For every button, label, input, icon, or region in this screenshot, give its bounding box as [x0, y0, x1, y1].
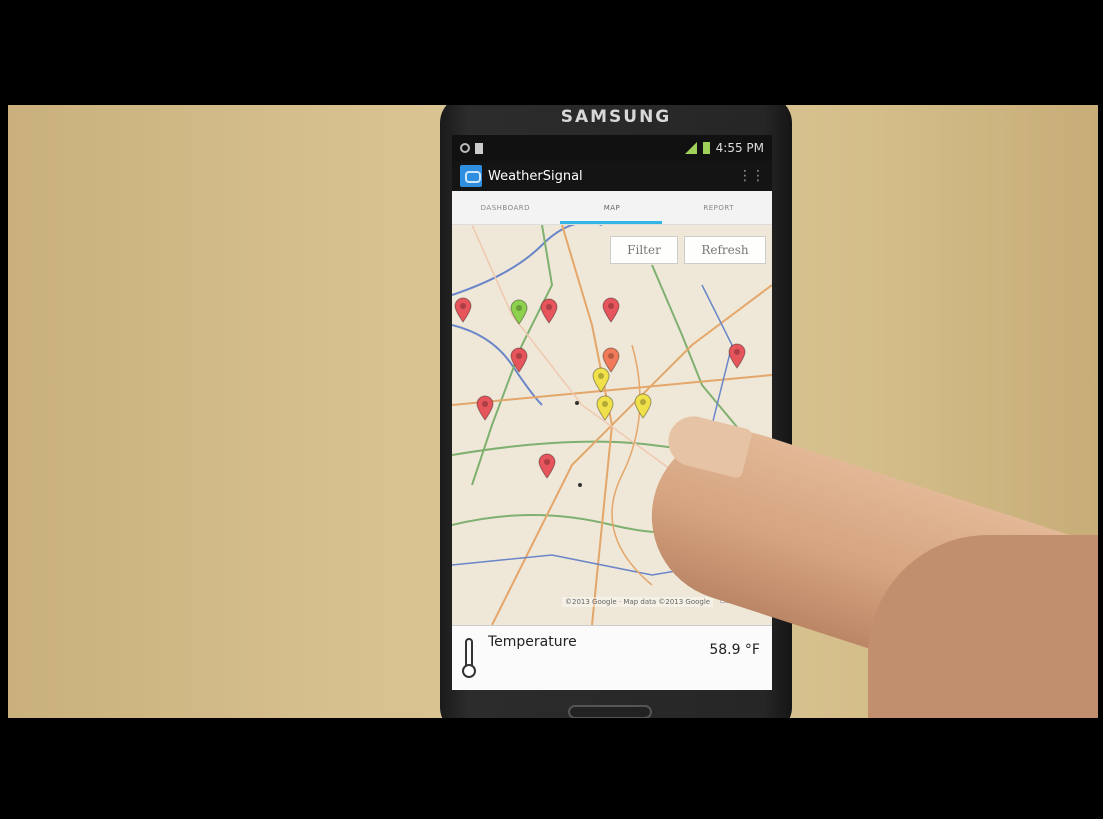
map-marker-icon[interactable]	[510, 347, 528, 373]
battery-icon	[702, 142, 710, 154]
map-marker-icon[interactable]	[602, 297, 620, 323]
app-action-bar: WeatherSignal ⋮⋮	[452, 161, 772, 191]
map-marker-icon[interactable]	[634, 393, 652, 419]
phone-brand: SAMSUNG	[560, 107, 672, 127]
app-title: WeatherSignal	[488, 168, 583, 184]
sensor-value: 58.9 °F	[709, 642, 760, 658]
map-marker-icon[interactable]	[592, 367, 610, 393]
status-bar: 4:55 PM	[452, 135, 772, 161]
video-letterbox-top	[0, 0, 1103, 105]
notification-icon	[475, 142, 483, 154]
active-tab-indicator	[560, 221, 662, 224]
video-frame: SAMSUNG 4:55 PM WeatherSignal ⋮⋮ DASHBOA…	[8, 105, 1098, 718]
refresh-button[interactable]: Refresh	[684, 236, 766, 264]
map-marker-icon[interactable]	[596, 395, 614, 421]
map-marker-icon[interactable]	[454, 297, 472, 323]
map-marker-icon[interactable]	[476, 395, 494, 421]
tab-dashboard[interactable]: DASHBOARD	[452, 191, 559, 224]
tab-bar: DASHBOARD MAP REPORT	[452, 191, 772, 225]
phone-device: SAMSUNG 4:55 PM WeatherSignal ⋮⋮ DASHBOA…	[440, 105, 792, 718]
video-letterbox-bottom	[0, 718, 1103, 819]
signal-icon	[684, 142, 697, 154]
weathersignal-app-icon[interactable]	[460, 165, 482, 187]
sensor-panel[interactable]: Temperature 58.9 °F	[452, 625, 772, 690]
thermometer-icon	[462, 638, 476, 678]
map-marker-icon[interactable]	[728, 343, 746, 369]
map-marker-icon[interactable]	[540, 298, 558, 324]
status-time: 4:55 PM	[715, 141, 764, 155]
overflow-menu-icon[interactable]: ⋮⋮	[738, 168, 765, 184]
sync-icon	[460, 143, 470, 153]
phone-screen: 4:55 PM WeatherSignal ⋮⋮ DASHBOARD MAP R…	[452, 135, 772, 690]
tab-report[interactable]: REPORT	[665, 191, 772, 224]
tab-map[interactable]: MAP	[559, 191, 666, 224]
map-marker-icon[interactable]	[538, 453, 556, 479]
map-marker-icon[interactable]	[510, 299, 528, 325]
sensor-label: Temperature	[488, 634, 577, 650]
filter-button[interactable]: Filter	[610, 236, 678, 264]
map-attribution: ©2013 Google · Map data ©2013 Google	[562, 597, 714, 607]
home-button	[568, 705, 652, 718]
